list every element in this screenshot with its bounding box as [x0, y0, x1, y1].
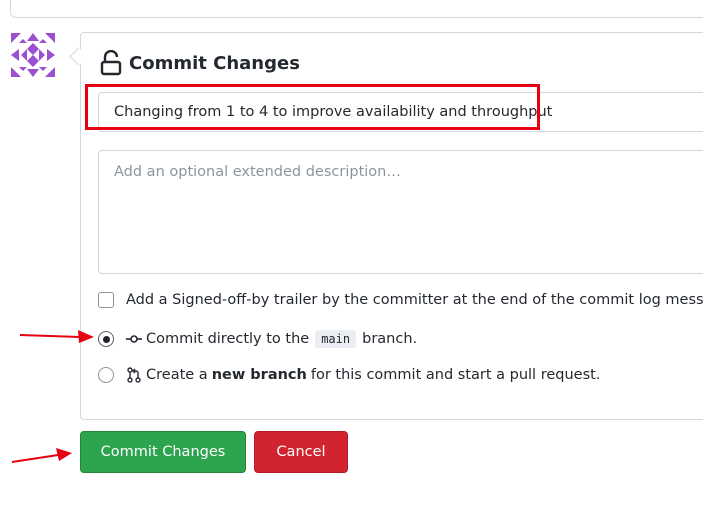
- cancel-button[interactable]: Cancel: [254, 431, 348, 473]
- commit-direct-radio[interactable]: [98, 331, 114, 347]
- commit-direct-suffix: branch.: [362, 331, 418, 347]
- branch-name-badge: main: [315, 330, 357, 348]
- new-branch-suffix: for this commit and start a pull request…: [310, 367, 601, 383]
- commit-title: Commit Changes: [129, 52, 300, 74]
- commit-summary-input[interactable]: Changing from 1 to 4 to improve availabi…: [98, 92, 703, 132]
- new-branch-radio[interactable]: [98, 367, 114, 383]
- signoff-checkbox[interactable]: [98, 292, 114, 308]
- new-branch-bold: new branch: [211, 367, 307, 383]
- previous-editor-box: [10, 0, 703, 18]
- commit-header: Commit Changes: [100, 50, 300, 76]
- commit-changes-button[interactable]: Commit Changes: [80, 431, 246, 473]
- new-branch-prefix: Create a: [146, 367, 208, 383]
- unlock-icon: [100, 50, 122, 76]
- git-commit-icon: [126, 335, 142, 343]
- commit-direct-prefix: Commit directly to the: [146, 331, 310, 347]
- git-pull-request-icon: [127, 367, 141, 383]
- description-placeholder: Add an optional extended description…: [114, 164, 401, 180]
- annotation-arrow-commit: [11, 448, 72, 463]
- user-avatar: [11, 33, 55, 77]
- commit-summary-value: Changing from 1 to 4 to improve availabi…: [114, 104, 553, 120]
- annotation-arrow-radio: [19, 330, 94, 343]
- commit-direct-option[interactable]: Commit directly to the main branch.: [98, 330, 417, 348]
- signoff-label: Add a Signed-off-by trailer by the commi…: [126, 292, 703, 308]
- commit-description-textarea[interactable]: Add an optional extended description…: [98, 150, 703, 274]
- signoff-option[interactable]: Add a Signed-off-by trailer by the commi…: [98, 292, 703, 308]
- new-branch-option[interactable]: Create a new branch for this commit and …: [98, 367, 600, 383]
